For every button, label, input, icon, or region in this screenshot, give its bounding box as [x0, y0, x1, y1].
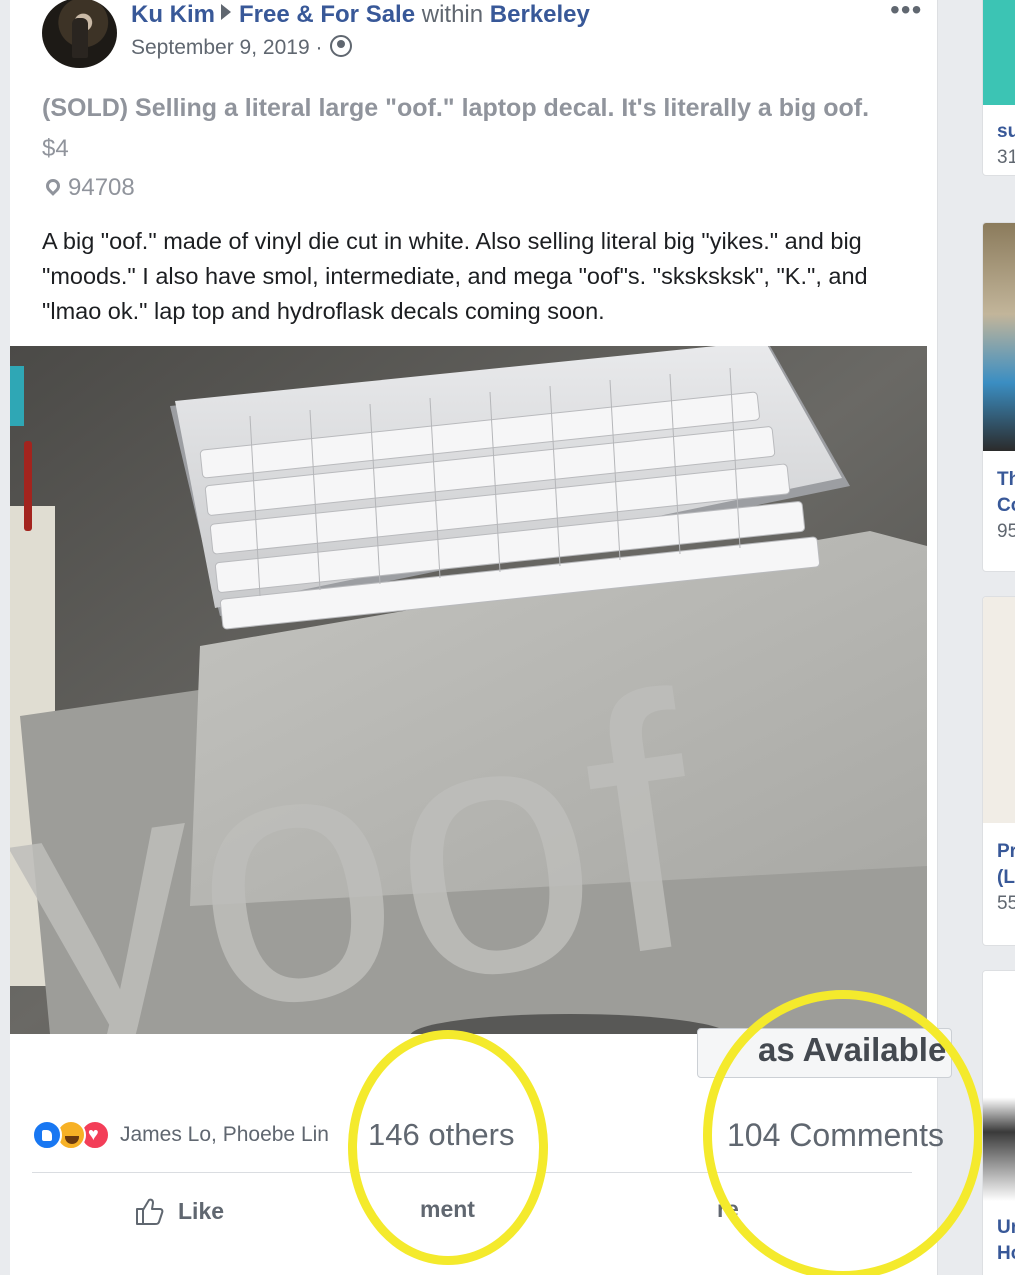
card-title: su	[997, 121, 1015, 142]
card-title: Th	[997, 469, 1015, 490]
like-button[interactable]: Like	[134, 1196, 224, 1226]
card-subtitle: 31	[997, 147, 1015, 168]
card-image	[983, 223, 1015, 451]
card-title: Ur	[997, 1217, 1015, 1238]
card-title-line2: Co	[997, 495, 1015, 516]
reactions-summary[interactable]: James Lo, Phoebe Lin	[32, 1120, 329, 1150]
card-title-line2: Ho	[997, 1243, 1015, 1264]
thumbs-up-icon	[136, 1198, 164, 1225]
post-date-line: September 9, 2019 ·	[131, 34, 353, 62]
like-label: Like	[178, 1197, 225, 1224]
comment-label: ment	[420, 1196, 475, 1222]
author-name[interactable]: Ku Kim	[131, 1, 215, 28]
suggestion-card[interactable]: Ur Ho	[982, 970, 1015, 1275]
location-pin-icon	[43, 176, 63, 196]
share-button[interactable]: re	[717, 1196, 739, 1223]
post-date[interactable]: September 9, 2019 ·	[131, 36, 322, 59]
listing-price: $4	[42, 135, 69, 162]
author-avatar[interactable]	[42, 0, 117, 68]
card-title-line2: (L	[997, 867, 1015, 888]
suggestion-card[interactable]: su 31	[982, 0, 1015, 176]
share-label: re	[717, 1196, 739, 1222]
listing-location: 94708	[43, 174, 135, 202]
suggestion-card[interactable]: Th Co 95	[982, 222, 1015, 572]
card-image	[983, 0, 1015, 105]
triangle-right-icon	[221, 4, 231, 20]
like-reaction-icon	[32, 1120, 62, 1150]
right-column: su 31 Th Co 95 Pr (L 55 Ur Ho	[982, 0, 1015, 1275]
card-image	[983, 597, 1015, 823]
action-divider	[32, 1172, 912, 1173]
photo-illustration: yoof	[10, 346, 927, 1034]
card-subtitle: 95	[997, 521, 1015, 542]
group-audience-icon	[330, 35, 353, 57]
card-title: Pr	[997, 841, 1015, 862]
card-subtitle: 55	[997, 893, 1015, 914]
group-name[interactable]: Free & For Sale	[239, 1, 415, 28]
listing-description: A big "oof." made of vinyl die cut in wh…	[42, 228, 868, 324]
mark-as-available-button[interactable]: as Available	[697, 1028, 952, 1078]
suggestion-card[interactable]: Pr (L 55	[982, 596, 1015, 946]
comment-button[interactable]: ment	[420, 1196, 475, 1223]
listing-title: (SOLD) Selling a literal large "oof." la…	[42, 94, 870, 122]
within-label: within	[421, 1, 484, 28]
card-image	[983, 971, 1015, 1201]
post-header: Ku Kim Free & For Sale within Berkeley	[131, 0, 590, 30]
more-options-button[interactable]: •••	[890, 0, 922, 26]
reaction-names[interactable]: James Lo, Phoebe Lin	[120, 1123, 329, 1147]
comments-count[interactable]: 104 Comments	[727, 1117, 944, 1154]
listing-photo[interactable]: yoof	[10, 346, 927, 1034]
location-link[interactable]: Berkeley	[490, 1, 590, 28]
reaction-others-count[interactable]: 146 others	[368, 1117, 515, 1153]
listing-zip: 94708	[68, 174, 135, 201]
